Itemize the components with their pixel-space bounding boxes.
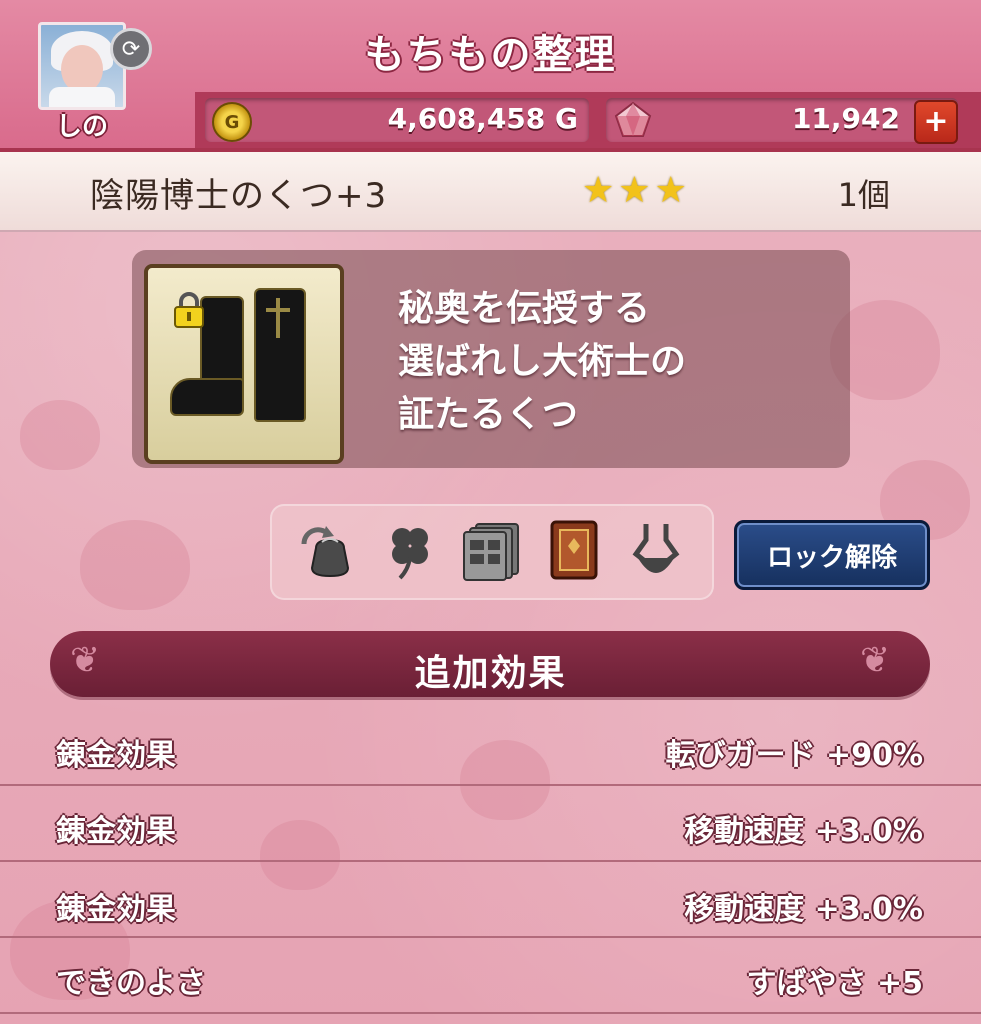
star-icon: ★	[582, 170, 615, 211]
effect-value: 転びガード +90%	[665, 738, 923, 773]
item-rarity-stars: ★ ★ ★	[582, 170, 691, 211]
gem-icon	[614, 101, 652, 137]
effect-value: すばやさ +5	[746, 966, 923, 1001]
effect-label: 錬金効果	[56, 892, 176, 927]
avatar-face	[61, 45, 103, 93]
effect-label: できのよさ	[56, 966, 206, 1001]
item-count: 1個	[837, 176, 890, 214]
boot-cross-ornament	[266, 308, 290, 312]
item-description: 秘奥を伝授する 選ばれし大術士の 証たるくつ	[398, 288, 687, 435]
item-name: 陰陽博士のくつ+3	[90, 176, 388, 216]
bag-swap-icon[interactable]	[296, 518, 356, 582]
unlock-button[interactable]: ロック解除	[734, 520, 930, 590]
book-icon[interactable]	[544, 518, 604, 582]
add-gems-button[interactable]: +	[914, 100, 958, 144]
effect-value: 移動速度 +3.0%	[684, 814, 923, 849]
gold-amount: 4,608,458 G	[387, 102, 578, 135]
background-slime-decoration	[20, 400, 100, 470]
effect-label: 錬金効果	[56, 738, 176, 773]
left-boot-foot	[170, 378, 244, 416]
clover-icon[interactable]	[380, 518, 440, 582]
star-icon: ★	[654, 170, 687, 211]
effect-value: 移動速度 +3.0%	[684, 892, 923, 927]
storage-icon[interactable]	[462, 518, 522, 582]
boot-cross-ornament	[276, 298, 280, 338]
dress-icon[interactable]	[626, 518, 686, 582]
gem-amount: 11,942	[791, 102, 900, 135]
gold-coin-icon: G	[212, 102, 252, 142]
avatar[interactable]	[38, 22, 126, 110]
section-title: 追加効果	[414, 653, 567, 694]
lock-icon	[174, 292, 204, 328]
background-slime-decoration	[80, 520, 190, 610]
character-switch-icon[interactable]: ⟳	[110, 28, 152, 70]
player-name: しの	[55, 112, 108, 142]
effect-label: 錬金効果	[56, 814, 176, 849]
star-icon: ★	[618, 170, 651, 211]
